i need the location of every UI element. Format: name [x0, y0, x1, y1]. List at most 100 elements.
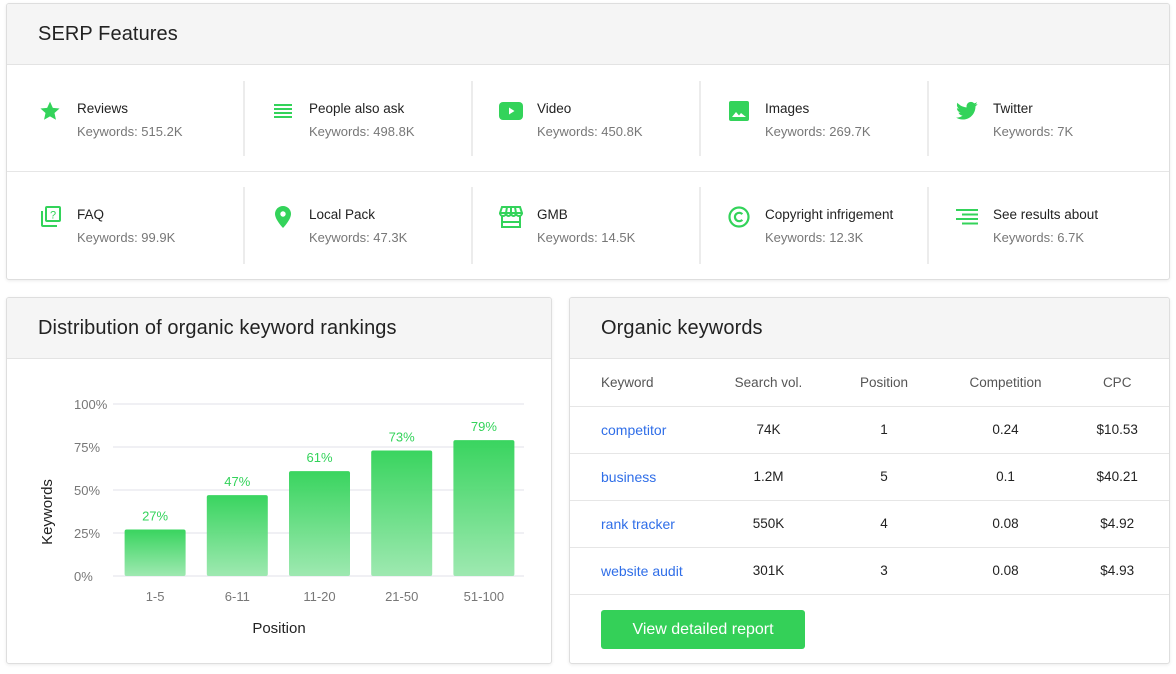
- x-tick-label: 21-50: [385, 589, 418, 604]
- faq-question-icon: ?: [38, 205, 62, 229]
- organic-keywords-table: Keyword Search vol. Position Competition…: [570, 360, 1169, 595]
- serp-feature-count: Keywords: 498.8K: [309, 124, 415, 139]
- serp-feature-name: People also ask: [309, 101, 405, 116]
- divider: [927, 81, 929, 156]
- bar-value-label: 73%: [389, 429, 415, 444]
- serp-feature-local-pack[interactable]: Local Pack Keywords: 47.3K: [243, 172, 471, 279]
- divider: [699, 187, 701, 264]
- column-header-cpc[interactable]: CPC: [1065, 360, 1169, 407]
- serp-row: ? FAQ Keywords: 99.9K Local Pack Keyword…: [7, 172, 1169, 279]
- svg-text:?: ?: [50, 210, 56, 222]
- x-tick-label: 11-20: [303, 589, 335, 604]
- rankings-bar-chart: 0% 25% 50% 75% 100% 27% 1-5 47% 6-11 61% 11-20 73%…: [39, 397, 524, 637]
- serp-feature-name: Twitter: [993, 101, 1033, 116]
- serp-feature-count: Keywords: 14.5K: [537, 230, 636, 245]
- serp-feature-name: Video: [537, 101, 572, 116]
- column-header-competition[interactable]: Competition: [945, 360, 1066, 407]
- table-row: competitor 74K 1 0.24 $10.53: [570, 406, 1169, 454]
- serp-feature-name: Local Pack: [309, 207, 376, 222]
- competition-cell: 0.08: [945, 500, 1066, 548]
- serp-feature-count: Keywords: 12.3K: [765, 230, 864, 245]
- keyword-link[interactable]: website audit: [601, 563, 683, 579]
- distribution-card: Distribution of organic keyword rankings…: [6, 297, 552, 664]
- bar-6-11[interactable]: [206, 495, 268, 576]
- storefront-icon: [499, 205, 523, 229]
- serp-feature-count: Keywords: 99.9K: [77, 230, 176, 245]
- keyword-link[interactable]: rank tracker: [601, 516, 675, 532]
- serp-feature-see-results-about[interactable]: See results about Keywords: 6.7K: [927, 172, 1155, 279]
- table-row: website audit 301K 3 0.08 $4.93: [570, 547, 1169, 595]
- image-icon: [727, 99, 751, 123]
- divider: [927, 187, 929, 264]
- column-header-position[interactable]: Position: [822, 360, 946, 407]
- list-lines-icon: [271, 99, 295, 123]
- position-cell: 4: [822, 500, 946, 548]
- view-detailed-report-button[interactable]: View detailed report: [601, 610, 805, 649]
- star-icon: [38, 99, 62, 123]
- cpc-cell: $10.53: [1065, 406, 1169, 454]
- serp-feature-images[interactable]: Images Keywords: 269.7K: [699, 66, 927, 171]
- serp-feature-twitter[interactable]: Twitter Keywords: 7K: [927, 66, 1155, 171]
- serp-feature-count: Keywords: 450.8K: [537, 124, 643, 139]
- position-cell: 3: [822, 547, 946, 595]
- bar-21-50[interactable]: [371, 450, 433, 576]
- serp-feature-name: See results about: [993, 207, 1099, 222]
- table-header-row: Keyword Search vol. Position Competition…: [570, 360, 1169, 407]
- x-tick-label: 6-11: [225, 589, 250, 604]
- bar-51-100[interactable]: [453, 440, 515, 576]
- serp-feature-count: Keywords: 47.3K: [309, 230, 408, 245]
- y-tick-label: 25%: [74, 526, 100, 541]
- bar-value-label: 47%: [224, 474, 250, 489]
- x-axis-title: Position: [252, 620, 305, 637]
- serp-feature-gmb[interactable]: GMB Keywords: 14.5K: [471, 172, 699, 279]
- competition-cell: 0.1: [945, 453, 1066, 501]
- serp-feature-people-also-ask[interactable]: People also ask Keywords: 498.8K: [243, 66, 471, 171]
- bar-11-20[interactable]: [289, 471, 350, 576]
- position-cell: 1: [822, 406, 946, 454]
- search-volume-cell: 1.2M: [714, 453, 823, 501]
- search-volume-cell: 301K: [714, 547, 823, 595]
- column-header-search-volume[interactable]: Search vol.: [714, 360, 823, 407]
- keyword-link[interactable]: competitor: [601, 422, 666, 438]
- bar-value-label: 79%: [471, 419, 497, 434]
- competition-cell: 0.08: [945, 547, 1066, 595]
- serp-feature-name: GMB: [537, 207, 568, 222]
- organic-keywords-title: Organic keywords: [570, 298, 1169, 359]
- position-cell: 5: [822, 453, 946, 501]
- twitter-bird-icon: [955, 99, 979, 123]
- serp-feature-reviews[interactable]: Reviews Keywords: 515.2K: [7, 66, 243, 171]
- distribution-title: Distribution of organic keyword rankings: [7, 298, 551, 359]
- search-volume-cell: 74K: [714, 406, 823, 454]
- serp-feature-video[interactable]: Video Keywords: 450.8K: [471, 66, 699, 171]
- serp-features-card: SERP Features Reviews Keywords: 515.2K P…: [6, 3, 1170, 280]
- x-tick-label: 51-100: [464, 589, 504, 604]
- copyright-icon: [727, 205, 751, 229]
- divider: [699, 81, 701, 156]
- bar-value-label: 27%: [142, 509, 168, 524]
- y-tick-label: 100%: [74, 397, 108, 412]
- y-axis-title: Keywords: [39, 479, 56, 545]
- divider: [471, 81, 473, 156]
- keyword-link[interactable]: business: [601, 469, 656, 485]
- video-play-icon: [499, 99, 523, 123]
- serp-feature-name: Images: [765, 101, 810, 116]
- divider: [243, 81, 245, 156]
- serp-feature-faq[interactable]: ? FAQ Keywords: 99.9K: [7, 172, 243, 279]
- y-tick-label: 75%: [74, 440, 100, 455]
- organic-keywords-card: Organic keywords Keyword Search vol. Pos…: [569, 297, 1170, 664]
- serp-feature-count: Keywords: 269.7K: [765, 124, 871, 139]
- serp-feature-count: Keywords: 7K: [993, 124, 1074, 139]
- divider: [243, 187, 245, 264]
- align-right-lines-icon: [955, 205, 979, 229]
- column-header-keyword[interactable]: Keyword: [570, 360, 715, 407]
- bar-1-5[interactable]: [124, 529, 186, 576]
- x-tick-label: 1-5: [146, 589, 165, 604]
- cpc-cell: $4.93: [1065, 547, 1169, 595]
- serp-feature-count: Keywords: 6.7K: [993, 230, 1085, 245]
- divider: [471, 187, 473, 264]
- y-tick-label: 0%: [74, 569, 93, 584]
- serp-row: Reviews Keywords: 515.2K People also ask…: [7, 66, 1169, 172]
- serp-feature-copyright[interactable]: Copyright infrigement Keywords: 12.3K: [699, 172, 927, 279]
- serp-feature-name: FAQ: [77, 207, 105, 222]
- bar-value-label: 61%: [306, 450, 332, 465]
